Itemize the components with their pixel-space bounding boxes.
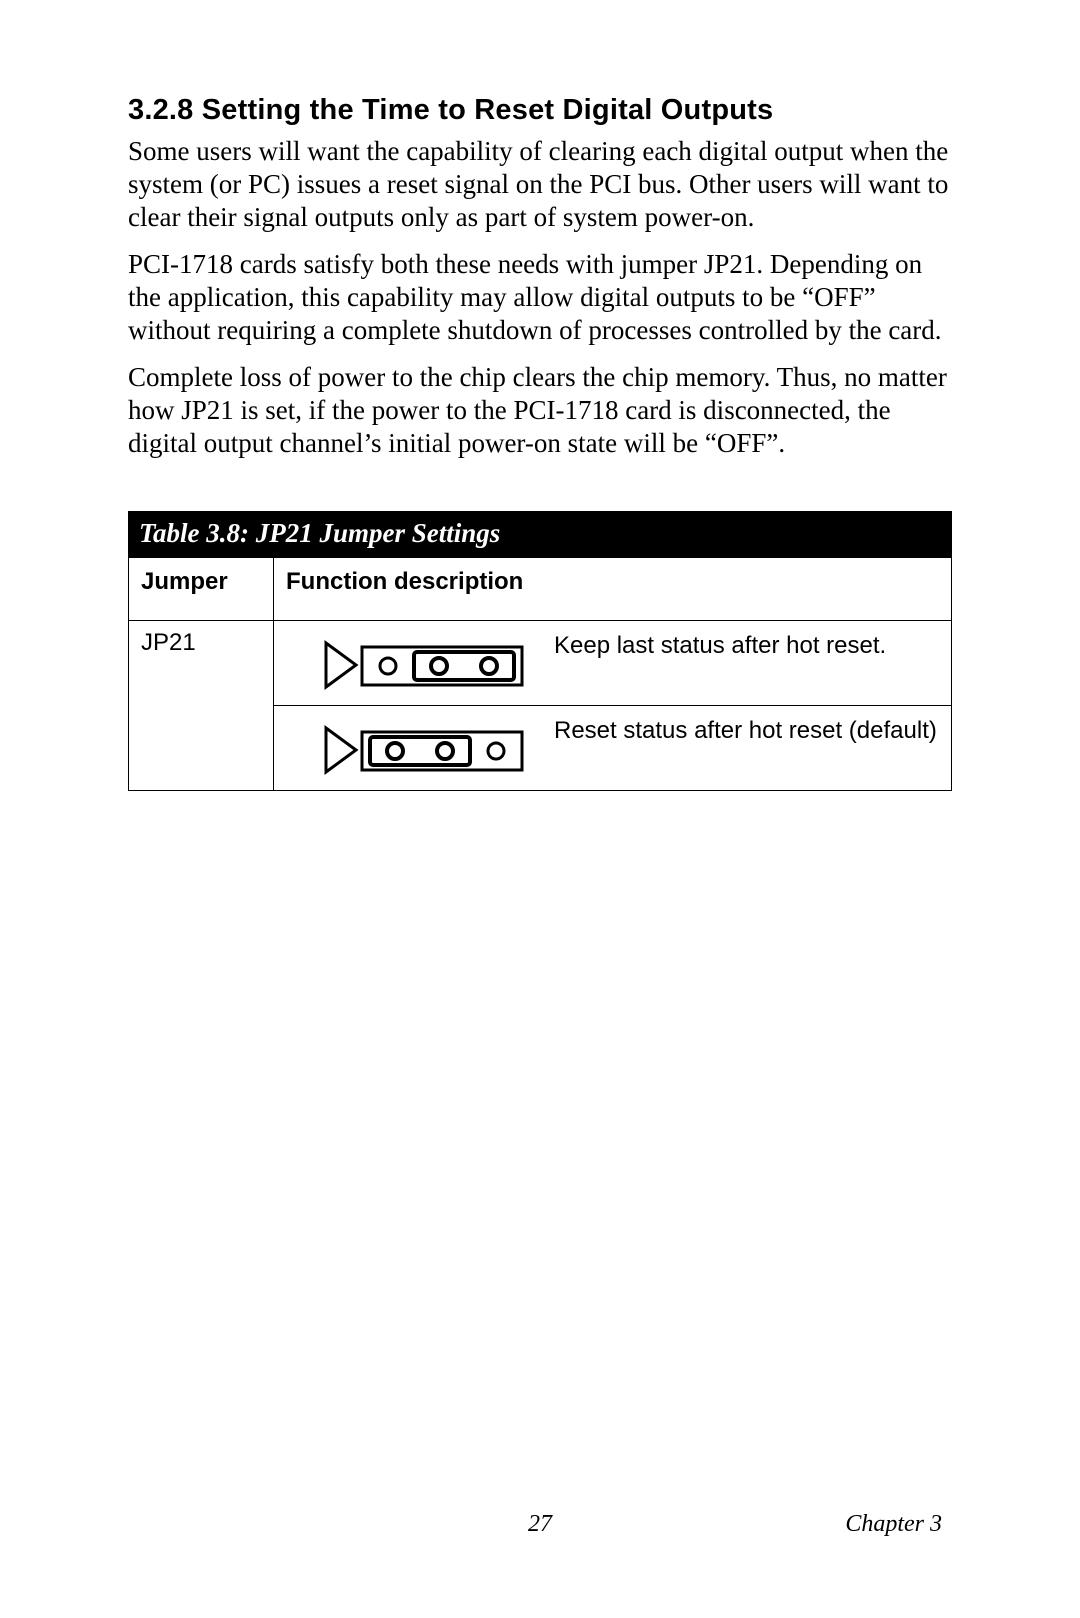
paragraph-2: PCI-1718 cards satisfy both these needs … [128, 248, 952, 347]
cell-func-1: Keep last status after hot reset. [274, 621, 952, 706]
jumper-diagram-icon [322, 720, 532, 780]
cell-jumper-name: JP21 [129, 621, 274, 791]
section-heading: 3.2.8 Setting the Time to Reset Digital … [128, 94, 952, 127]
page: 3.2.8 Setting the Time to Reset Digital … [0, 0, 1080, 1618]
table-header-jumper: Jumper [129, 558, 274, 621]
jumper-settings-table: Table 3.8: JP21 Jumper Settings Jumper F… [128, 511, 952, 791]
table-title-row: Table 3.8: JP21 Jumper Settings [129, 512, 952, 558]
cell-func-2: Reset status after hot reset (default) [274, 706, 952, 791]
page-number: 27 [528, 1511, 552, 1538]
chapter-label: Chapter 3 [845, 1511, 942, 1538]
paragraph-3: Complete loss of power to the chip clear… [128, 361, 952, 460]
table-row: JP21 Keep last status [129, 621, 952, 706]
table-header-row: Jumper Function description [129, 558, 952, 621]
cell-func-1-desc: Keep last status after hot reset. [554, 629, 941, 661]
table-header-func: Function description [274, 558, 952, 621]
table-title: Table 3.8: JP21 Jumper Settings [129, 512, 952, 558]
paragraph-1: Some users will want the capability of c… [128, 135, 952, 234]
cell-func-2-desc: Reset status after hot reset (default) [554, 714, 941, 746]
page-footer: 27 Chapter 3 [0, 1511, 1080, 1538]
jumper-diagram-icon [322, 635, 532, 695]
